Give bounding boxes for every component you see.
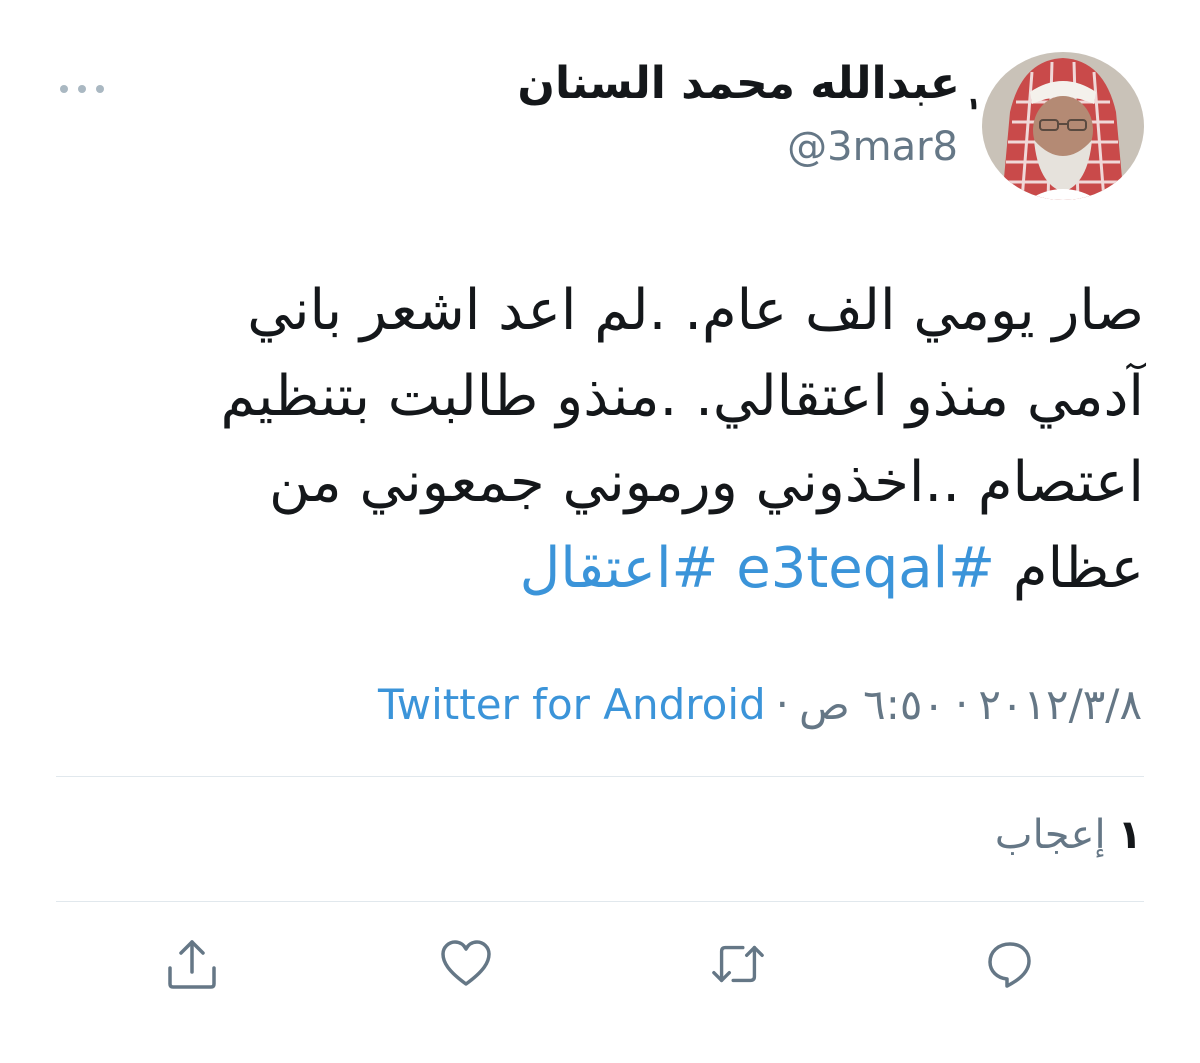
author-avatar[interactable] [982, 52, 1144, 200]
tweet-text-line: صار يومي الف عام. .لم اعد اشعر باني [247, 278, 1144, 343]
hashtag-link[interactable]: #اعتقال [520, 536, 719, 601]
tweet-text-line: اعتصام ..اخذوني ورموني جمعوني من [269, 450, 1144, 515]
meta-separator: · [775, 680, 790, 729]
tweet-meta: ٢٠١٢/٣/٨·٦:٥٠ ص·Twitter for Android [378, 680, 1142, 729]
divider [56, 901, 1144, 902]
more-dot-icon [60, 85, 68, 93]
hashtag-link[interactable]: #e3teqal [736, 536, 995, 601]
retweet-button[interactable] [710, 936, 766, 992]
share-button[interactable] [164, 936, 220, 992]
like-button[interactable] [438, 936, 494, 992]
tweet-detail: ٖعبدالله محمد السنان @3mar8 صار يومي الف… [0, 0, 1200, 1063]
more-options-button[interactable] [60, 78, 104, 100]
tweet-text: صار يومي الف عام. .لم اعد اشعر باني آدمي… [54, 268, 1144, 612]
likes-label: إعجاب [994, 812, 1106, 858]
more-dot-icon [78, 85, 86, 93]
likes-count-link[interactable]: ١إعجاب [995, 812, 1142, 858]
tweet-source-link[interactable]: Twitter for Android [378, 680, 766, 729]
retweet-icon [712, 945, 764, 983]
reply-bubble-icon [988, 942, 1031, 988]
heart-icon [441, 940, 491, 986]
likes-count: ١ [1117, 812, 1142, 858]
tweet-text-line: آدمي منذو اعتقالي. .منذو طالبت بتنظيم [220, 364, 1144, 429]
divider [56, 776, 1144, 777]
tweet-text-word: عظام [1012, 536, 1144, 601]
author-display-name[interactable]: ٖعبدالله محمد السنان [517, 58, 960, 109]
meta-separator: · [954, 680, 969, 729]
share-upload-icon [168, 940, 216, 989]
avatar-photo-icon [982, 52, 1144, 200]
more-dot-icon [96, 85, 104, 93]
tweet-time[interactable]: ٦:٥٠ ص [799, 680, 945, 729]
reply-button[interactable] [982, 936, 1038, 992]
author-handle[interactable]: @3mar8 [787, 124, 958, 170]
tweet-text-line-last: عظام #e3teqal #اعتقال [54, 526, 1144, 612]
tweet-date[interactable]: ٢٠١٢/٣/٨ [978, 680, 1142, 729]
